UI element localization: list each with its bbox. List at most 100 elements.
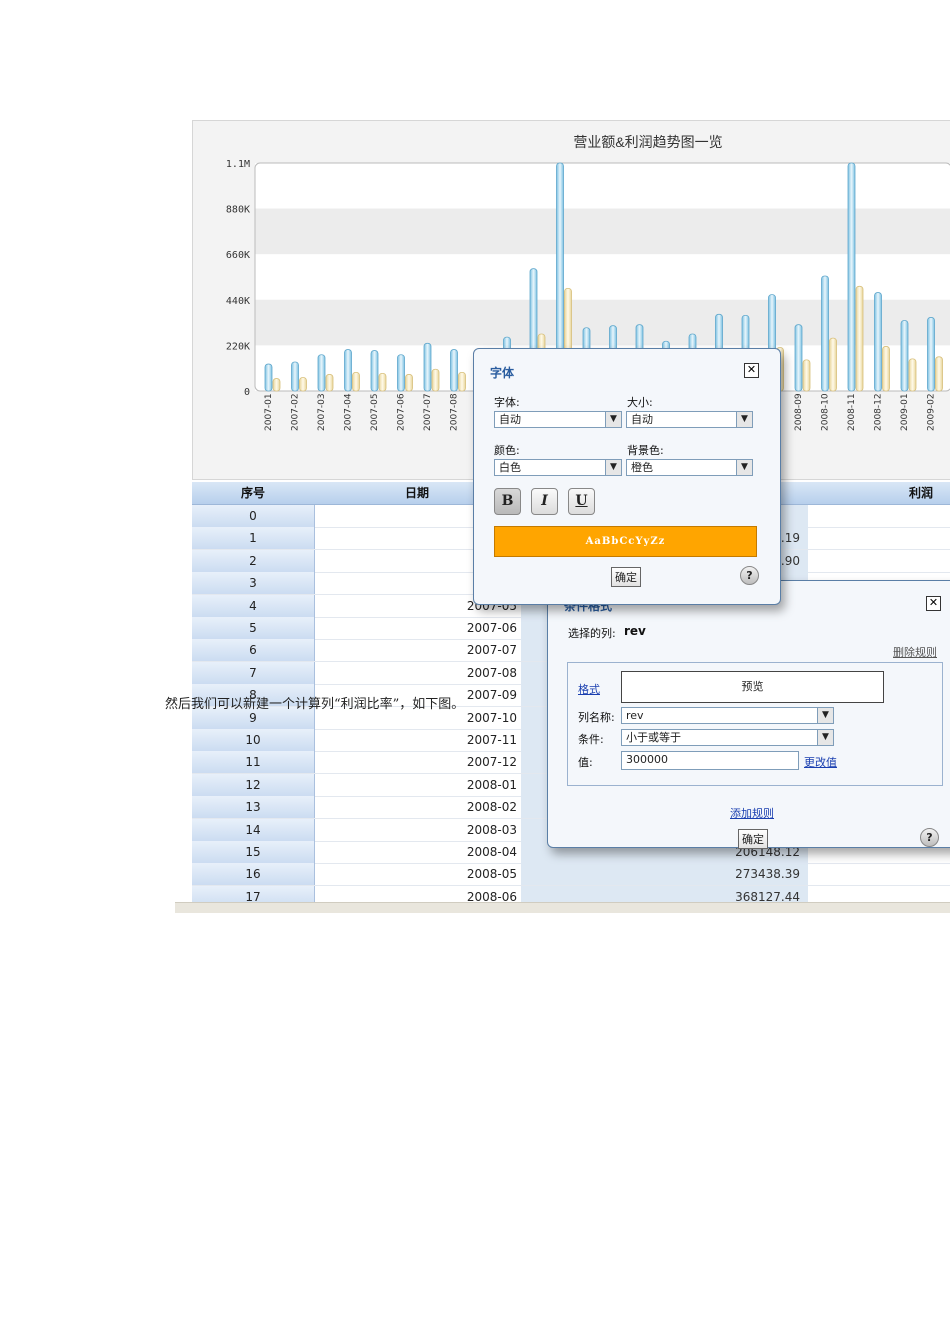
row-seq-cell: 13 — [192, 796, 315, 819]
size-label: 大小: — [627, 396, 653, 409]
change-value-link[interactable]: 更改值 — [804, 754, 837, 770]
chevron-down-icon[interactable]: ▼ — [736, 460, 752, 475]
profit-bar — [802, 359, 811, 392]
row-seq-cell: 4 — [192, 594, 315, 617]
help-icon[interactable]: ? — [920, 828, 939, 847]
chevron-down-icon[interactable]: ▼ — [605, 460, 621, 475]
profit-bar — [325, 374, 334, 392]
selected-column-value: rev — [624, 624, 646, 638]
size-select[interactable]: 自动 ▼ — [626, 411, 753, 428]
profit-bar — [299, 377, 307, 392]
row-date-cell: 2008-05 — [466, 867, 517, 882]
row-seq-cell: 14 — [192, 818, 315, 841]
screenshot-frame: 营业额&利润趋势图一览 1.1M 880K 660K 440K 220K 0 2007-01 2… — [175, 120, 950, 913]
document-caption: 然后我们可以新建一个计算列“利润比率”，如下图。 — [165, 697, 465, 712]
header-seq[interactable]: 序号 — [192, 482, 314, 504]
y-tick-label: 660K — [226, 250, 250, 261]
x-tick-label: 2008-12 — [874, 393, 884, 431]
bg-color-value: 橙色 — [631, 461, 653, 474]
chart-title: 营业额&利润趋势图一览 — [573, 134, 722, 150]
y-tick-label: 0 — [244, 387, 250, 398]
close-icon[interactable]: ✕ — [744, 363, 759, 378]
column-name-label: 列名称: — [578, 711, 615, 724]
value-input-text: 300000 — [626, 753, 668, 766]
value-input[interactable]: 300000 — [621, 751, 799, 770]
chevron-down-icon[interactable]: ▼ — [817, 708, 833, 723]
condition-select[interactable]: 小于或等于 ▼ — [621, 729, 834, 746]
row-seq-cell: 3 — [192, 572, 315, 595]
x-tick-label: 2009-01 — [900, 393, 910, 431]
underline-button[interactable]: U — [568, 488, 595, 515]
font-dialog: 字体 ✕ 字体: 自动 ▼ 大小: 自动 ▼ 颜色: 白色 ▼ 背景色: 橙色 ▼ B … — [473, 348, 781, 605]
row-date-cell: 2008-03 — [466, 822, 517, 837]
revenue-bar — [317, 354, 326, 392]
color-value: 白色 — [499, 461, 521, 474]
x-tick-label: 2007-05 — [370, 393, 380, 431]
revenue-bar — [450, 349, 458, 392]
format-link[interactable]: 格式 — [578, 681, 600, 697]
add-rule-link[interactable]: 添加规则 — [730, 805, 774, 821]
x-tick-label: 2007-02 — [291, 393, 301, 431]
font-label: 字体: — [494, 396, 520, 409]
dialog-title: 字体 — [490, 366, 515, 380]
row-seq-cell: 2 — [192, 549, 315, 572]
close-icon[interactable]: ✕ — [926, 596, 941, 611]
rule-box: 格式 预览 列名称: rev ▼ 条件: 小于或等于 ▼ 值: 300000 更改值 — [567, 662, 943, 786]
help-icon[interactable]: ? — [740, 566, 759, 585]
column-name-select[interactable]: rev ▼ — [621, 707, 834, 724]
grid-band — [255, 299, 950, 346]
chevron-down-icon[interactable]: ▼ — [605, 412, 621, 427]
x-tick-label: 2007-06 — [397, 393, 407, 431]
value-label: 值: — [578, 756, 593, 769]
bg-color-label: 背景色: — [627, 444, 664, 457]
revenue-bar — [344, 349, 352, 392]
x-tick-label: 2008-09 — [794, 393, 804, 431]
row-seq-cell: 0 — [192, 505, 315, 527]
profit-bar — [458, 371, 466, 392]
x-tick-label: 2008-11 — [847, 393, 857, 431]
revenue-bar — [370, 350, 379, 392]
condition-value: 小于或等于 — [626, 731, 681, 744]
color-label: 颜色: — [494, 444, 520, 457]
chevron-down-icon[interactable]: ▼ — [736, 412, 752, 427]
row-date-cell: 2008-02 — [466, 800, 517, 815]
x-tick-label: 2008-10 — [821, 393, 831, 431]
ok-button[interactable]: 确定 — [611, 567, 641, 587]
table-row[interactable]: 16 2008-05 273438.39 — [192, 863, 950, 887]
row-date-cell: 2008-01 — [466, 777, 517, 792]
color-select[interactable]: 白色 ▼ — [494, 459, 622, 476]
revenue-bar — [264, 363, 273, 392]
chevron-down-icon[interactable]: ▼ — [817, 730, 833, 745]
y-tick-label: 220K — [226, 341, 250, 352]
condition-label: 条件: — [578, 733, 604, 746]
row-seq-cell: 11 — [192, 751, 315, 774]
profit-bar — [855, 285, 864, 392]
revenue-bar — [291, 361, 299, 392]
revenue-bar — [794, 324, 803, 392]
font-select[interactable]: 自动 ▼ — [494, 411, 622, 428]
y-tick-label: 880K — [226, 205, 250, 216]
profit-bar — [352, 371, 360, 392]
row-date-cell: 2007-08 — [466, 665, 517, 680]
grid-band — [255, 208, 950, 255]
row-date-cell: 2007-11 — [466, 733, 517, 747]
font-value: 自动 — [499, 413, 521, 426]
horizontal-scrollbar[interactable] — [175, 902, 950, 913]
row-seq-cell: 15 — [192, 841, 315, 863]
bg-color-select[interactable]: 橙色 ▼ — [626, 459, 753, 476]
bold-button[interactable]: B — [494, 488, 521, 515]
italic-button[interactable]: I — [531, 488, 558, 515]
conditional-format-dialog: 条件格式 ✕ 选择的列: rev 删除规则 格式 预览 列名称: rev ▼ 条件… — [547, 580, 950, 849]
ok-button[interactable]: 确定 — [738, 829, 768, 849]
profit-bar — [882, 346, 890, 392]
row-seq-cell: 6 — [192, 639, 315, 662]
profit-bar — [431, 368, 440, 392]
row-seq-cell: 1 — [192, 527, 315, 550]
row-seq-cell: 5 — [192, 617, 315, 639]
header-profit[interactable]: 利润 — [892, 482, 950, 504]
delete-rule-link[interactable]: 删除规则 — [893, 644, 937, 660]
row-seq-cell: 10 — [192, 729, 315, 751]
row-date-cell: 2008-04 — [466, 845, 517, 859]
size-value: 自动 — [631, 413, 653, 426]
x-tick-label: 2007-03 — [317, 393, 327, 431]
